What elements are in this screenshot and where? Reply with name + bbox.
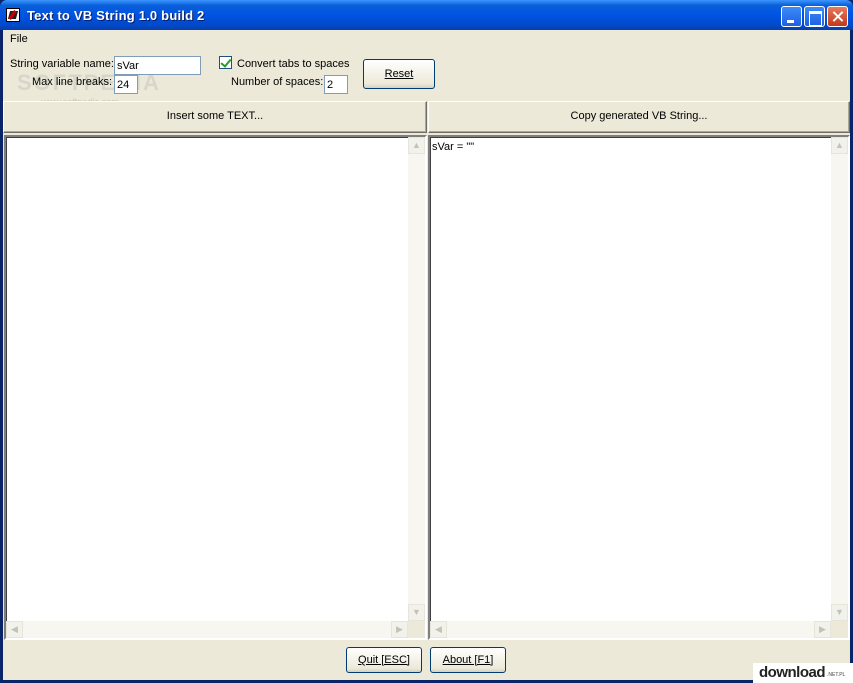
convert-tabs-checkbox[interactable] bbox=[219, 56, 232, 69]
reset-button[interactable]: Reset bbox=[363, 59, 435, 89]
close-button[interactable] bbox=[827, 6, 848, 27]
var-name-input[interactable] bbox=[114, 56, 201, 75]
scroll-up-arrow-icon[interactable]: ▲ bbox=[408, 137, 425, 154]
maximize-button[interactable] bbox=[804, 6, 825, 27]
max-breaks-label: Max line breaks: bbox=[32, 76, 113, 88]
insert-text-label: Insert some TEXT... bbox=[166, 110, 264, 122]
scroll-left-arrow-icon[interactable]: ◀ bbox=[430, 621, 447, 638]
about-button-label: About [F1] bbox=[442, 654, 494, 666]
scroll-down-arrow-icon[interactable]: ▼ bbox=[408, 604, 425, 621]
input-vertical-scrollbar[interactable]: ▲ ▼ bbox=[408, 137, 425, 621]
badge-logo-text: download bbox=[759, 664, 826, 681]
about-button[interactable]: About [F1] bbox=[430, 647, 506, 673]
window-title: Text to VB String 1.0 build 2 bbox=[27, 8, 205, 23]
scroll-corner bbox=[831, 621, 848, 638]
output-horizontal-scrollbar[interactable]: ◀ ▶ bbox=[430, 621, 831, 638]
num-spaces-label: Number of spaces: bbox=[231, 76, 324, 88]
quit-button-label: Quit [ESC] bbox=[358, 654, 410, 666]
menu-file[interactable]: File bbox=[10, 33, 28, 45]
copy-vb-string-button[interactable]: Copy generated VB String... bbox=[428, 101, 850, 133]
max-breaks-input[interactable] bbox=[114, 75, 138, 94]
scroll-corner bbox=[408, 621, 425, 638]
input-text-pane[interactable]: ▲ ▼ ◀ ▶ bbox=[4, 135, 427, 640]
scroll-down-arrow-icon[interactable]: ▼ bbox=[831, 604, 848, 621]
output-vertical-scrollbar[interactable]: ▲ ▼ bbox=[831, 137, 848, 621]
app-icon[interactable] bbox=[6, 8, 20, 22]
input-horizontal-scrollbar[interactable]: ◀ ▶ bbox=[6, 621, 408, 638]
scroll-right-arrow-icon[interactable]: ▶ bbox=[814, 621, 831, 638]
scroll-left-arrow-icon[interactable]: ◀ bbox=[6, 621, 23, 638]
badge-suffix: .NET.PL bbox=[827, 672, 846, 678]
app-window: Text to VB String 1.0 build 2 File SOFTP… bbox=[0, 0, 853, 683]
convert-tabs-label[interactable]: Convert tabs to spaces bbox=[237, 58, 350, 70]
output-string-pane[interactable]: sVar = "" ▲ ▼ ◀ ▶ bbox=[428, 135, 850, 640]
reset-button-label: Reset bbox=[384, 68, 414, 80]
title-bar[interactable]: Text to VB String 1.0 build 2 bbox=[0, 0, 853, 30]
scroll-up-arrow-icon[interactable]: ▲ bbox=[831, 137, 848, 154]
scroll-right-arrow-icon[interactable]: ▶ bbox=[391, 621, 408, 638]
client-area: File SOFTPEDIA www.softpedia.com String … bbox=[3, 30, 850, 680]
copy-vb-string-label: Copy generated VB String... bbox=[570, 110, 708, 122]
menu-bar: File bbox=[3, 30, 850, 49]
var-name-label: String variable name: bbox=[10, 58, 114, 70]
output-string-content[interactable]: sVar = "" bbox=[432, 141, 474, 153]
num-spaces-input[interactable] bbox=[324, 75, 348, 94]
download-badge: download .NET.PL bbox=[753, 663, 853, 683]
insert-text-button[interactable]: Insert some TEXT... bbox=[3, 101, 427, 133]
quit-button[interactable]: Quit [ESC] bbox=[346, 647, 422, 673]
minimize-button[interactable] bbox=[781, 6, 802, 27]
